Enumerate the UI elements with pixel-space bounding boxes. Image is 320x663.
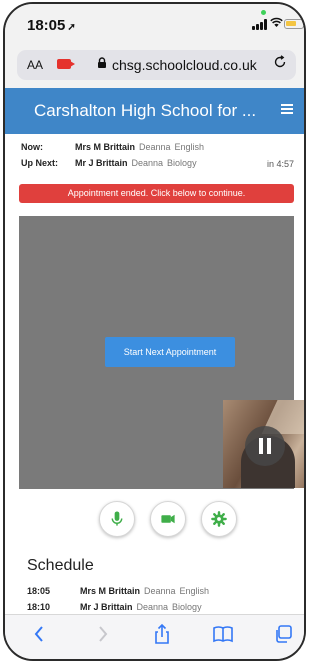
microphone-icon bbox=[111, 511, 123, 526]
next-label: Up Next: bbox=[21, 158, 59, 168]
status-bar: 18:05 ➚ bbox=[5, 4, 304, 44]
camera-in-use-indicator-icon bbox=[261, 10, 266, 15]
reload-icon[interactable] bbox=[273, 55, 287, 73]
bookmarks-icon[interactable] bbox=[212, 623, 234, 645]
next-countdown: in 4:57 bbox=[266, 159, 294, 169]
list-item[interactable]: 18:05 Mrs M Brittain Deanna English bbox=[27, 586, 213, 596]
next-subject: Biology bbox=[167, 158, 197, 168]
back-icon[interactable] bbox=[29, 623, 51, 645]
list-item[interactable]: 18:10 Mr J Brittain Deanna Biology bbox=[27, 602, 206, 612]
location-arrow-icon: ➚ bbox=[67, 22, 76, 33]
status-time: 18:05 ➚ bbox=[27, 17, 76, 34]
address-bar[interactable]: AA chsg.schoolcloud.co.uk bbox=[17, 50, 296, 80]
status-time-text: 18:05 bbox=[27, 17, 66, 34]
schedule-student: Deanna bbox=[144, 586, 176, 596]
pause-icon[interactable] bbox=[245, 426, 285, 466]
share-icon[interactable] bbox=[151, 623, 173, 645]
next-student: Deanna bbox=[131, 158, 164, 168]
microphone-button[interactable] bbox=[99, 501, 135, 537]
schedule-teacher: Mrs M Brittain bbox=[80, 586, 141, 596]
phone-frame: 18:05 ➚ AA chsg.schoolcloud.co.uk Carshal… bbox=[3, 2, 306, 661]
video-camera-icon bbox=[161, 514, 175, 524]
camera-button[interactable] bbox=[150, 501, 186, 537]
now-student: Deanna bbox=[139, 142, 171, 152]
site-header: Carshalton High School for ... bbox=[5, 88, 304, 134]
schedule-student: Deanna bbox=[136, 602, 169, 612]
schedule-heading: Schedule bbox=[27, 557, 94, 574]
self-view-video bbox=[223, 400, 304, 488]
schedule-time: 18:10 bbox=[27, 602, 51, 612]
cellular-signal-icon bbox=[252, 18, 268, 30]
main-content: Now: Mrs M Brittain Deanna English Up Next:… bbox=[5, 134, 304, 614]
appointment-ended-alert: Appointment ended. Click below to contin… bbox=[19, 184, 294, 203]
page-title: Carshalton High School for ... bbox=[34, 101, 257, 120]
now-appointment-row: Now: Mrs M Brittain Deanna English bbox=[21, 142, 208, 152]
forward-icon[interactable] bbox=[91, 623, 113, 645]
browser-toolbar bbox=[5, 614, 304, 661]
schedule-teacher: Mr J Brittain bbox=[80, 602, 133, 612]
next-teacher: Mr J Brittain bbox=[75, 158, 128, 168]
gear-icon bbox=[211, 511, 227, 527]
next-appointment-row: Up Next: Mr J Brittain Deanna Biology bbox=[21, 158, 201, 168]
lock-icon bbox=[97, 57, 107, 72]
now-subject: English bbox=[174, 142, 205, 152]
tabs-icon[interactable] bbox=[273, 623, 295, 645]
video-area: Start Next Appointment bbox=[19, 216, 304, 489]
schedule-subject: English bbox=[179, 586, 210, 596]
start-next-appointment-button[interactable]: Start Next Appointment bbox=[105, 337, 235, 367]
now-teacher: Mrs M Brittain bbox=[75, 142, 136, 152]
schedule-time: 18:05 bbox=[27, 586, 51, 596]
settings-button[interactable] bbox=[201, 501, 237, 537]
wifi-icon bbox=[270, 17, 283, 31]
text-size-button[interactable]: AA bbox=[27, 58, 43, 72]
home-indicator[interactable] bbox=[113, 660, 200, 661]
video-camera-icon[interactable] bbox=[57, 59, 75, 69]
hamburger-menu-icon[interactable] bbox=[281, 104, 293, 114]
url-text[interactable]: chsg.schoolcloud.co.uk bbox=[112, 57, 257, 73]
schedule-subject: Biology bbox=[172, 602, 202, 612]
now-label: Now: bbox=[21, 142, 43, 152]
battery-icon bbox=[284, 19, 304, 29]
